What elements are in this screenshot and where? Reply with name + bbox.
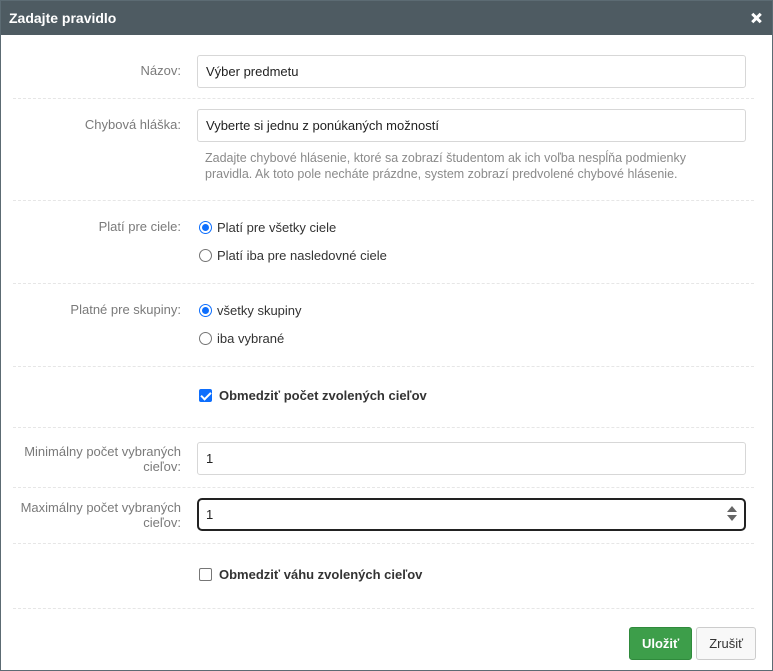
radio-all-targets[interactable]: Platí pre všetky ciele	[197, 213, 754, 241]
name-row: Názov:	[13, 45, 754, 99]
groups-label: Platné pre skupiny:	[70, 302, 181, 317]
radio-selected-targets[interactable]: Platí iba pre nasledovné ciele	[197, 241, 754, 269]
name-label: Názov:	[140, 63, 181, 78]
rule-dialog: Zadajte pravidlo Názov: Chybová hláška: …	[0, 0, 773, 671]
limit-count-checkbox[interactable]	[199, 388, 212, 402]
min-count-input[interactable]	[197, 442, 746, 475]
save-button[interactable]: Uložiť	[628, 627, 693, 660]
radio-all-groups[interactable]: všetky skupiny	[197, 296, 754, 324]
radio-selected-targets-control[interactable]	[199, 248, 212, 262]
spinner-arrows-icon[interactable]	[727, 506, 737, 522]
radio-selected-groups-label: iba vybrané	[217, 330, 285, 346]
error-message-help: Zadajte chybové hlásenie, ktoré sa zobra…	[205, 151, 687, 181]
dialog-body: Názov: Chybová hláška: Zadajte chybové h…	[1, 35, 772, 609]
limit-count-checkbox-line[interactable]: Obmedziť počet zvolených cieľov	[197, 377, 754, 413]
limit-weight-checkbox[interactable]	[199, 567, 212, 581]
radio-selected-groups[interactable]: iba vybrané	[197, 324, 754, 352]
dialog-title: Zadajte pravidlo	[9, 10, 117, 26]
dialog-titlebar: Zadajte pravidlo	[1, 1, 772, 35]
dialog-footer: Uložiť Zrušiť	[628, 627, 756, 660]
limit-count-label: Obmedziť počet zvolených cieľov	[219, 387, 427, 403]
limit-count-row: Obmedziť počet zvolených cieľov	[13, 367, 754, 428]
error-message-row: Chybová hláška: Zadajte chybové hlásenie…	[13, 99, 754, 201]
radio-all-groups-control[interactable]	[199, 303, 212, 317]
targets-label: Platí pre ciele:	[98, 219, 181, 234]
groups-row: Platné pre skupiny: všetky skupiny iba v…	[13, 284, 754, 367]
radio-selected-groups-control[interactable]	[199, 331, 212, 345]
limit-weight-checkbox-line[interactable]: Obmedziť váhu zvolených cieľov	[197, 556, 754, 592]
cancel-button[interactable]: Zrušiť	[696, 627, 756, 660]
max-count-label: Maximálny počet vybraných cieľov:	[20, 500, 181, 530]
min-count-label: Minimálny počet vybraných cieľov:	[24, 444, 181, 474]
name-input[interactable]	[197, 55, 746, 88]
targets-row: Platí pre ciele: Platí pre všetky ciele …	[13, 201, 754, 284]
max-count-spinner	[197, 498, 746, 531]
max-count-input[interactable]	[197, 498, 746, 531]
error-message-input[interactable]	[197, 109, 746, 142]
max-count-row: Maximálny počet vybraných cieľov:	[13, 488, 754, 544]
min-count-row: Minimálny počet vybraných cieľov:	[13, 428, 754, 488]
radio-all-groups-label: všetky skupiny	[217, 302, 302, 318]
radio-all-targets-control[interactable]	[199, 220, 212, 234]
limit-weight-label: Obmedziť váhu zvolených cieľov	[219, 566, 423, 582]
limit-weight-row: Obmedziť váhu zvolených cieľov	[13, 544, 754, 609]
close-icon[interactable]	[748, 10, 764, 26]
error-message-label: Chybová hláška:	[84, 117, 181, 132]
radio-all-targets-label: Platí pre všetky ciele	[217, 219, 337, 235]
radio-selected-targets-label: Platí iba pre nasledovné ciele	[217, 247, 387, 263]
